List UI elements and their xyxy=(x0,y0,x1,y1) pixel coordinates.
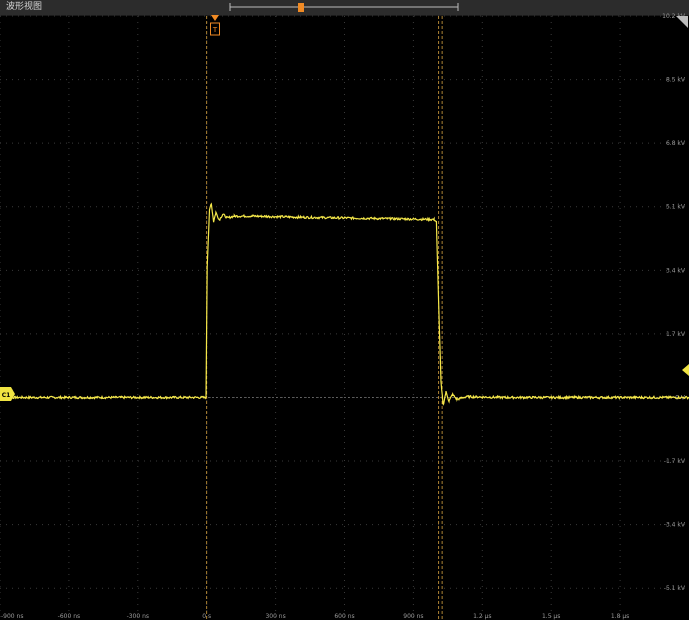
x-tick-label: 900 ns xyxy=(403,613,423,620)
record-overview-bar[interactable] xyxy=(229,3,459,12)
y-tick-label: 6.8 kV xyxy=(666,140,686,147)
y-tick-label: 1.7 kV xyxy=(666,331,686,338)
x-tick-label: 1.8 µs xyxy=(611,613,629,620)
channel-1-marker[interactable]: C1 xyxy=(0,387,15,401)
x-tick-label: 300 ns xyxy=(265,613,285,620)
y-tick-label: 3.4 kV xyxy=(666,267,686,274)
x-tick-label: -900 ns xyxy=(1,613,23,620)
graticule-grid xyxy=(0,15,689,620)
y-tick-label: 8.5 kV xyxy=(666,77,686,84)
trigger-position-marker[interactable]: T xyxy=(210,15,220,36)
x-tick-label: 1.2 µs xyxy=(473,613,491,620)
y-tick-label: -1.7 kV xyxy=(664,458,686,465)
corner-fold-icon[interactable] xyxy=(676,16,688,28)
waveform-plot[interactable]: 10.2 kV8.5 kV6.8 kV5.1 kV3.4 kV1.7 kV0 V… xyxy=(0,0,689,620)
time-cursors[interactable] xyxy=(206,16,443,620)
y-axis-labels: 10.2 kV8.5 kV6.8 kV5.1 kV3.4 kV1.7 kV0 V… xyxy=(662,13,686,592)
right-level-arrow-icon[interactable] xyxy=(682,364,689,376)
overview-position-marker[interactable] xyxy=(298,3,304,12)
x-tick-label: -300 ns xyxy=(127,613,149,620)
trigger-label: T xyxy=(212,26,218,34)
x-axis-labels: -900 ns -600 ns -300 ns 0 s 300 ns 600 ns 900 … xyxy=(1,613,629,620)
y-tick-label: -3.4 kV xyxy=(664,522,686,529)
x-tick-label: 600 ns xyxy=(334,613,354,620)
y-tick-label: 5.1 kV xyxy=(666,204,686,211)
x-tick-label: 0 s xyxy=(202,613,211,620)
x-tick-label: -600 ns xyxy=(58,613,80,620)
y-tick-label: -5.1 kV xyxy=(664,585,686,592)
x-tick-label: 1.5 µs xyxy=(542,613,560,620)
channel-label: C1 xyxy=(2,392,11,399)
